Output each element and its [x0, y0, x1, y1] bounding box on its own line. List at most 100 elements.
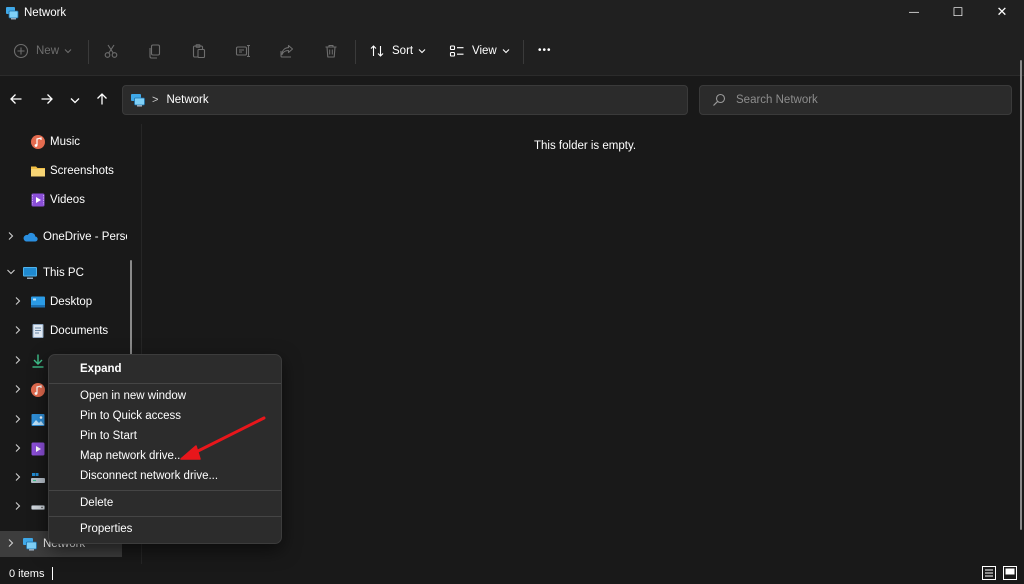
- toolbar-separator: [88, 40, 89, 64]
- minimize-icon: —: [909, 6, 919, 18]
- menu-separator: [49, 516, 281, 517]
- nav-item-videos-pc[interactable]: [0, 436, 48, 462]
- nav-item-documents[interactable]: Documents: [0, 318, 128, 344]
- menu-item-pin-quick-access[interactable]: Pin to Quick access: [53, 406, 279, 426]
- menu-item-label: Properties: [80, 523, 133, 535]
- chevron-right-icon: [13, 296, 23, 306]
- chevron-down-icon: [64, 48, 72, 54]
- nav-item-this-pc[interactable]: This PC: [0, 260, 128, 286]
- chevron-right-icon: [13, 325, 23, 335]
- share-button[interactable]: [279, 39, 295, 63]
- nav-item-videos[interactable]: Videos: [0, 187, 128, 213]
- address-bar[interactable]: > Network: [122, 85, 800, 115]
- network-icon: [22, 536, 38, 552]
- chevron-right-icon: [13, 414, 23, 424]
- chevron-right-icon: [13, 355, 23, 365]
- menu-item-map-network-drive[interactable]: Map network drive...: [53, 446, 279, 466]
- music-icon: [30, 134, 46, 150]
- status-bar: 0 items: [0, 564, 1024, 584]
- window-controls: — ☐ ✕: [892, 0, 1024, 26]
- empty-folder-message: This folder is empty.: [534, 140, 637, 152]
- chevron-down-icon: [418, 48, 426, 54]
- nav-item-onedrive[interactable]: OneDrive - Perso: [0, 224, 128, 250]
- sort-button[interactable]: Sort: [369, 39, 426, 63]
- menu-separator: [49, 383, 281, 384]
- menu-item-expand[interactable]: Expand: [53, 359, 279, 379]
- share-icon: [279, 43, 295, 59]
- folder-icon: [30, 163, 46, 179]
- chevron-down-icon: [502, 48, 510, 54]
- menu-item-label: Delete: [80, 497, 114, 509]
- menu-item-label: Map network drive...: [80, 450, 184, 462]
- search-icon: [712, 93, 726, 107]
- rename-button[interactable]: [235, 39, 251, 63]
- command-bar: New Sort View •••: [0, 26, 1024, 76]
- onedrive-icon: [22, 229, 38, 245]
- large-icons-view-button[interactable]: [1002, 565, 1018, 583]
- menu-separator: [49, 490, 281, 491]
- search-input[interactable]: [736, 94, 996, 106]
- view-label: View: [472, 45, 497, 57]
- menu-item-properties[interactable]: Properties: [53, 519, 279, 539]
- menu-item-pin-to-start[interactable]: Pin to Start: [53, 426, 279, 446]
- see-more-button[interactable]: •••: [538, 38, 552, 62]
- breadcrumb-separator: >: [152, 94, 159, 106]
- cut-button[interactable]: [103, 39, 119, 63]
- nav-item-music[interactable]: Music: [0, 129, 128, 155]
- nav-item-pictures[interactable]: [0, 407, 48, 433]
- content-scrollbar[interactable]: [1020, 60, 1022, 530]
- view-button[interactable]: View: [449, 39, 510, 63]
- cut-icon: [103, 43, 119, 59]
- maximize-button[interactable]: ☐: [936, 0, 980, 24]
- rename-icon: [235, 43, 251, 59]
- address-row: > Network: [0, 76, 1024, 124]
- arrow-left-icon: [9, 92, 23, 109]
- details-view-icon: [982, 565, 996, 583]
- nav-item-desktop[interactable]: Desktop: [0, 289, 128, 315]
- copy-button[interactable]: [147, 39, 163, 63]
- recent-locations-button[interactable]: [65, 90, 85, 110]
- nav-label: Screenshots: [50, 165, 114, 177]
- close-button[interactable]: ✕: [980, 0, 1024, 24]
- new-plus-icon: [13, 43, 29, 59]
- sort-label: Sort: [392, 45, 414, 57]
- large-icons-view-icon: [1003, 565, 1017, 583]
- close-icon: ✕: [996, 4, 1008, 19]
- nav-item-screenshots[interactable]: Screenshots: [0, 158, 128, 184]
- chevron-right-icon: [13, 501, 23, 511]
- nav-item-music-pc[interactable]: [0, 377, 48, 403]
- menu-item-delete[interactable]: Delete: [53, 493, 279, 513]
- pictures-icon: [30, 412, 46, 428]
- nav-label: Documents: [50, 325, 109, 337]
- menu-item-label: Open in new window: [80, 390, 187, 402]
- menu-item-label: Disconnect network drive...: [80, 470, 219, 482]
- details-view-button[interactable]: [981, 565, 997, 583]
- menu-item-open-new-window[interactable]: Open in new window: [53, 386, 279, 406]
- nav-item-local-disk[interactable]: [0, 465, 48, 491]
- sort-icon: [369, 43, 385, 59]
- more-icon: •••: [538, 44, 552, 56]
- maximize-icon: ☐: [952, 5, 964, 19]
- status-divider: [52, 567, 53, 580]
- menu-item-label: Pin to Start: [80, 430, 137, 442]
- forward-button[interactable]: [37, 90, 57, 110]
- delete-button[interactable]: [323, 39, 339, 63]
- pc-icon: [22, 265, 38, 281]
- minimize-button[interactable]: —: [892, 0, 936, 24]
- up-button[interactable]: [92, 90, 112, 110]
- back-button[interactable]: [6, 90, 26, 110]
- nav-item-drive[interactable]: [0, 494, 48, 520]
- nav-label: OneDrive - Perso: [43, 231, 127, 243]
- nav-item-downloads[interactable]: [0, 348, 48, 374]
- search-box[interactable]: [699, 85, 1012, 115]
- breadcrumb-network[interactable]: Network: [166, 94, 208, 106]
- nav-label: This PC: [43, 267, 84, 279]
- drive-windows-icon: [30, 470, 46, 486]
- network-icon: [130, 92, 146, 108]
- paste-button[interactable]: [191, 39, 207, 63]
- item-count: 0 items: [9, 568, 45, 580]
- new-button[interactable]: New: [13, 39, 72, 63]
- chevron-down-icon: [70, 93, 80, 107]
- menu-item-disconnect-network-drive[interactable]: Disconnect network drive...: [53, 466, 279, 486]
- toolbar-separator: [523, 40, 524, 64]
